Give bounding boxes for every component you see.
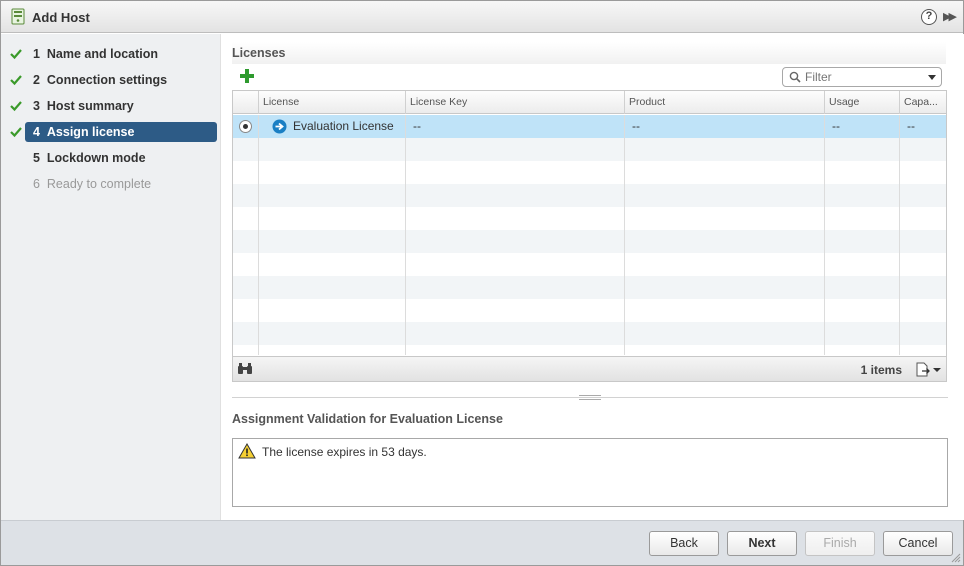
step-connection-settings[interactable]: 2 Connection settings (25, 70, 217, 90)
title-bar: Add Host ? ▶▶ (1, 1, 963, 33)
empty-row (233, 207, 946, 230)
validation-title: Assignment Validation for Evaluation Lic… (232, 412, 503, 426)
step-label: Name and location (46, 47, 159, 61)
empty-row (233, 138, 946, 161)
check-icon (10, 127, 22, 138)
check-icon (10, 49, 22, 60)
grid-footer: 1 items (233, 356, 946, 381)
finish-button: Finish (805, 531, 875, 556)
step-lockdown-mode[interactable]: 5 Lockdown mode (25, 148, 217, 168)
column-divider (624, 115, 625, 355)
step-number: 2 (33, 73, 40, 87)
main-panel: Licenses License License Key Product Usa… (222, 34, 964, 520)
chevron-down-icon[interactable] (933, 368, 941, 372)
cell-license-key: -- (413, 119, 421, 133)
row-radio[interactable] (239, 120, 252, 133)
column-divider (824, 115, 825, 355)
column-divider (405, 115, 406, 355)
empty-row (233, 276, 946, 299)
validation-message: The license expires in 53 days. (262, 445, 427, 459)
step-assign-license[interactable]: 4 Assign license (25, 122, 217, 142)
step-host-summary[interactable]: 3 Host summary (25, 96, 217, 116)
warning-icon (238, 443, 256, 459)
button-bar: Back Next Finish Cancel (1, 520, 963, 565)
step-number: 4 (33, 125, 40, 139)
grid-header: License License Key Product Usage Capa..… (233, 91, 946, 114)
empty-row (233, 299, 946, 322)
search-icon (789, 71, 801, 83)
empty-row (233, 253, 946, 276)
column-header-license-key[interactable]: License Key (405, 91, 624, 114)
step-label: Connection settings (46, 73, 168, 87)
column-divider (258, 115, 259, 355)
step-label: Ready to complete (46, 177, 152, 191)
licenses-grid: License License Key Product Usage Capa..… (232, 90, 947, 382)
cell-usage: -- (832, 119, 840, 133)
resize-grip-icon[interactable] (951, 553, 961, 563)
host-icon (11, 8, 25, 25)
step-number: 6 (33, 177, 40, 191)
add-host-dialog: Add Host ? ▶▶ 1 Name and location 2 Conn… (0, 0, 964, 566)
table-row[interactable]: Evaluation License -- -- -- -- (233, 115, 946, 138)
empty-row (233, 322, 946, 345)
step-ready-to-complete: 6 Ready to complete (25, 174, 217, 194)
arrow-right-circle-icon (272, 119, 287, 134)
step-number: 5 (33, 151, 40, 165)
column-divider (899, 115, 900, 355)
step-label: Host summary (46, 99, 134, 113)
filter-input[interactable] (805, 70, 915, 84)
empty-row (233, 161, 946, 184)
help-icon[interactable]: ? (921, 9, 937, 25)
chevron-down-icon[interactable] (928, 75, 936, 80)
step-number: 3 (33, 99, 40, 113)
back-button[interactable]: Back (649, 531, 719, 556)
step-label: Assign license (46, 125, 135, 139)
step-label: Lockdown mode (46, 151, 146, 165)
expand-icon[interactable]: ▶▶ (943, 10, 957, 23)
step-number: 1 (33, 47, 40, 61)
cell-capacity: -- (907, 119, 915, 133)
binoculars-icon[interactable] (237, 363, 253, 375)
next-button[interactable]: Next (727, 531, 797, 556)
licenses-title: Licenses (232, 46, 286, 60)
splitter-grip[interactable] (579, 395, 601, 400)
empty-row (233, 184, 946, 207)
cell-license: Evaluation License (293, 119, 394, 133)
dialog-title: Add Host (32, 10, 90, 25)
check-icon (10, 75, 22, 86)
cell-product: -- (632, 119, 640, 133)
wizard-steps: 1 Name and location 2 Connection setting… (1, 34, 221, 520)
select-column-header (233, 91, 259, 114)
column-header-capacity[interactable]: Capa... (899, 91, 946, 114)
export-icon[interactable] (916, 362, 930, 377)
grid-body: Evaluation License -- -- -- -- (233, 115, 946, 355)
empty-row (233, 230, 946, 253)
cancel-button[interactable]: Cancel (883, 531, 953, 556)
column-header-product[interactable]: Product (624, 91, 824, 114)
column-header-license[interactable]: License (258, 91, 405, 114)
licenses-header-bar (232, 42, 946, 64)
validation-box: The license expires in 53 days. (232, 438, 948, 507)
check-icon (10, 101, 22, 112)
column-header-usage[interactable]: Usage (824, 91, 899, 114)
filter-box[interactable] (782, 67, 942, 87)
items-count: 1 items (860, 363, 902, 377)
step-name-and-location[interactable]: 1 Name and location (25, 44, 217, 64)
add-icon[interactable] (240, 69, 254, 83)
